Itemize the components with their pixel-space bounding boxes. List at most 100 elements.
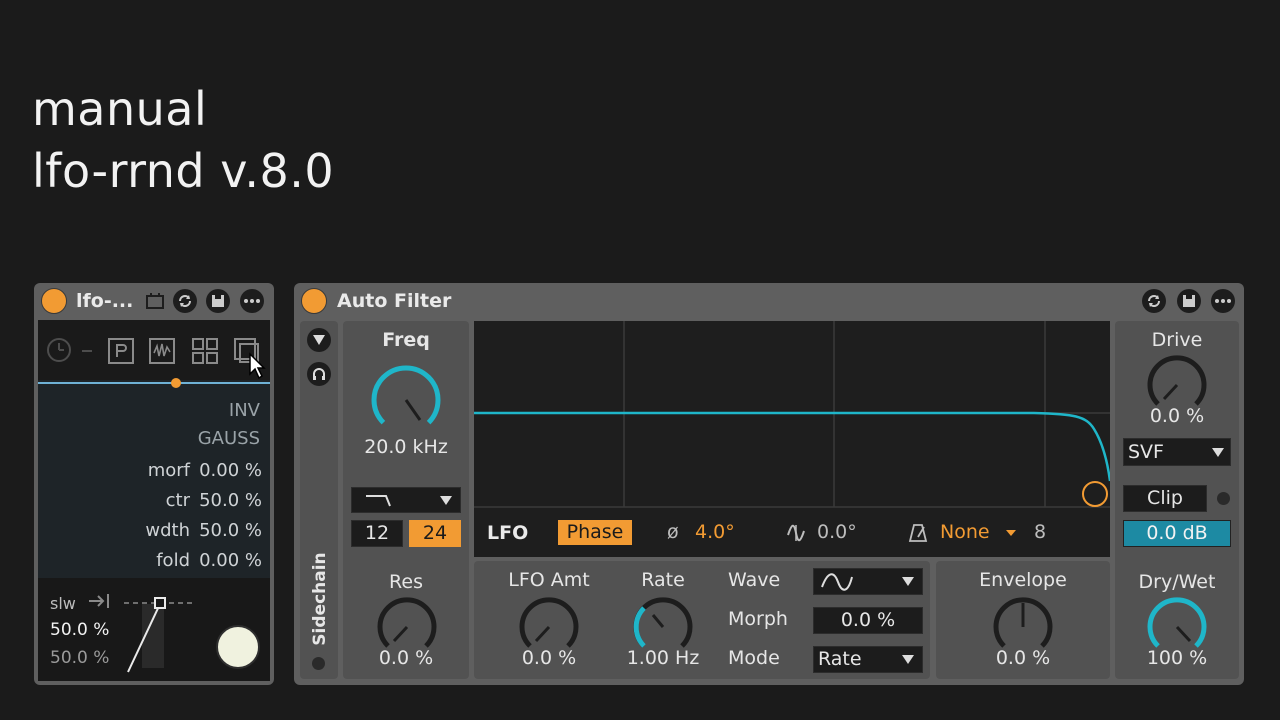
param-row[interactable]: morf 0.00 %: [38, 460, 270, 490]
sync-value[interactable]: None: [940, 521, 990, 543]
overlay-title-line1: manual: [32, 82, 208, 136]
gauss-toggle[interactable]: GAUSS: [198, 428, 260, 449]
phase-value[interactable]: 4.0°: [695, 521, 735, 543]
refresh-icon[interactable]: [1142, 289, 1166, 313]
inv-toggle[interactable]: INV: [229, 400, 260, 421]
dash-icon: [82, 349, 92, 353]
drywet-label: Dry/Wet: [1138, 571, 1216, 593]
lfo-center-line: [38, 382, 270, 384]
slw-value-primary[interactable]: 50.0 %: [50, 620, 109, 640]
param-label: fold: [156, 550, 190, 571]
clip-led: [1217, 492, 1230, 505]
circuit-value: SVF: [1128, 441, 1164, 463]
phase-button[interactable]: Phase: [558, 520, 632, 545]
morph-value[interactable]: 0.0 %: [813, 607, 923, 634]
slope-12-button[interactable]: 12: [351, 520, 403, 547]
sidechain-led: [312, 657, 325, 670]
trigger-button[interactable]: [216, 625, 260, 669]
drive-section: Drive 0.0 % SVF Clip 0.0 dB Dry/Wet 100 …: [1115, 321, 1239, 679]
envelope-label: Envelope: [979, 569, 1067, 591]
param-value: 0.00 %: [199, 550, 262, 571]
param-row[interactable]: wdth 50.0 %: [38, 520, 270, 550]
device-on-button[interactable]: [41, 288, 67, 314]
drive-knob[interactable]: [1147, 355, 1207, 411]
param-label: morf: [147, 460, 190, 481]
freq-knob[interactable]: [364, 358, 448, 434]
res-label: Res: [389, 571, 423, 593]
param-row[interactable]: ctr 50.0 %: [38, 490, 270, 520]
phase-icon: ø: [667, 521, 679, 543]
save-icon[interactable]: [206, 289, 230, 313]
sync-number[interactable]: 8: [1034, 521, 1046, 543]
more-options-icon[interactable]: [1211, 289, 1235, 313]
param-label: ctr: [165, 490, 190, 511]
mode-label: Mode: [728, 647, 780, 669]
drywet-value[interactable]: 100 %: [1115, 647, 1239, 669]
drive-value[interactable]: 0.0 %: [1115, 405, 1239, 427]
save-icon[interactable]: [1177, 289, 1201, 313]
clock-icon[interactable]: [46, 337, 72, 363]
lfo-display: INV GAUSS morf 0.00 % ctr 50.0 % wdth 50…: [38, 320, 270, 578]
rate-knob[interactable]: [633, 597, 693, 653]
device-on-button[interactable]: [301, 288, 327, 314]
filter-type-dropdown[interactable]: [351, 487, 461, 513]
param-row[interactable]: fold 0.00 %: [38, 550, 270, 580]
param-value: 50.0 %: [199, 490, 262, 511]
lfo-device: lfo-... INV GAUSS morf 0.00 % ctr 50.0 %…: [34, 283, 274, 685]
hotswap-icon[interactable]: [145, 292, 165, 310]
p-box-icon[interactable]: [108, 338, 134, 364]
lfo-controls-section: LFO Amt 0.0 % Rate 1.00 Hz Wave Morph 0.…: [474, 561, 930, 679]
param-value: 50.0 %: [199, 520, 262, 541]
wave-dropdown[interactable]: [813, 568, 923, 595]
envelope-knob[interactable]: [993, 597, 1053, 653]
lfo-amt-value[interactable]: 0.0 %: [494, 647, 604, 669]
lfo-amt-knob[interactable]: [519, 597, 579, 653]
envelope-value[interactable]: 0.0 %: [936, 647, 1110, 669]
more-options-icon[interactable]: [240, 289, 264, 313]
drive-label: Drive: [1151, 329, 1203, 351]
sidechain-label[interactable]: Sidechain: [310, 539, 330, 659]
sine-wave-icon: [821, 573, 853, 591]
offset-value[interactable]: 0.0°: [817, 521, 857, 543]
filter-cutoff-handle[interactable]: [1082, 481, 1108, 507]
lfo-center-handle[interactable]: [171, 378, 181, 388]
chevron-down-icon: [440, 496, 452, 505]
chevron-down-icon: [902, 655, 914, 664]
waveform-icon[interactable]: [149, 338, 175, 364]
refresh-icon[interactable]: [173, 289, 197, 313]
slw-curve-graph[interactable]: [124, 594, 204, 676]
drywet-knob[interactable]: [1147, 597, 1207, 653]
res-value[interactable]: 0.0 %: [343, 647, 469, 669]
param-value: 0.00 %: [199, 460, 262, 481]
metronome-icon: [908, 523, 928, 543]
chevron-down-icon: [1212, 448, 1224, 457]
res-knob[interactable]: [377, 597, 437, 653]
slw-label: slw: [50, 594, 76, 613]
param-list: morf 0.00 % ctr 50.0 % wdth 50.0 % fold …: [38, 460, 270, 580]
rate-value[interactable]: 1.00 Hz: [608, 647, 718, 669]
chevron-down-icon: [902, 577, 914, 586]
slw-value-secondary[interactable]: 50.0 %: [50, 648, 109, 668]
mode-value: Rate: [818, 648, 862, 670]
arrow-to-bar-icon[interactable]: [88, 592, 110, 610]
offset-wave-icon: [786, 523, 806, 543]
sidechain-strip: Sidechain: [300, 321, 338, 679]
auto-filter-device: Auto Filter Sidechain Freq 20.0 kHz 12 2…: [294, 283, 1244, 685]
headphones-icon[interactable]: [307, 362, 331, 386]
freq-label: Freq: [382, 329, 430, 351]
lfo-label: LFO: [487, 522, 529, 544]
device-title: Auto Filter: [337, 290, 452, 312]
slope-24-button[interactable]: 24: [409, 520, 461, 547]
clip-button[interactable]: Clip: [1123, 485, 1207, 512]
clip-db-value[interactable]: 0.0 dB: [1123, 520, 1231, 547]
mode-dropdown[interactable]: Rate: [813, 646, 923, 673]
lfo-amt-label: LFO Amt: [508, 569, 590, 591]
param-label: wdth: [145, 520, 190, 541]
grid-icon[interactable]: [192, 338, 218, 364]
circuit-dropdown[interactable]: SVF: [1123, 438, 1231, 466]
freq-value[interactable]: 20.0 kHz: [343, 436, 469, 458]
triangle-down-icon[interactable]: [307, 328, 331, 352]
lfo-bar: LFO Phase ø 4.0° 0.0° None 8: [474, 517, 1110, 553]
sync-chevron-down-icon[interactable]: [1006, 530, 1016, 537]
mouse-cursor-icon: [248, 352, 266, 380]
